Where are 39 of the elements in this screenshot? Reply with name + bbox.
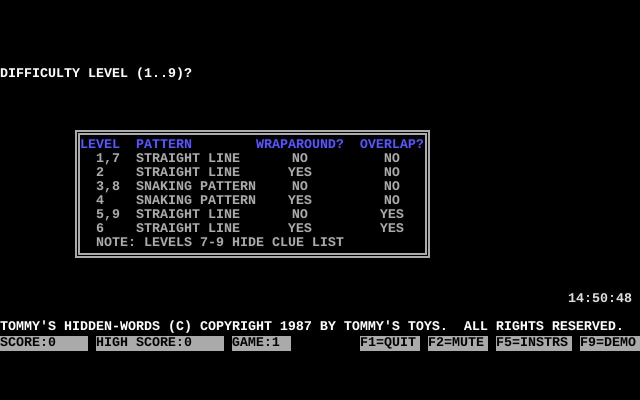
function-key-label[interactable]: F2=MUTE	[428, 336, 488, 351]
status-field: HIGH SCORE:0	[96, 336, 224, 351]
column-header: WRAPAROUND?	[256, 139, 344, 153]
level-cell-text: 1,7	[94, 153, 121, 167]
note-text: NOTE: LEVELS 7-9 HIDE CLUE LIST	[94, 237, 345, 251]
overlap-cell-text: YES	[378, 209, 405, 223]
pattern-cell-text: STRAIGHT LINE	[136, 153, 241, 167]
wraparound-cell-text: NO	[290, 153, 309, 167]
level-cell-text: 3,8	[94, 181, 121, 195]
wraparound-cell-text: YES	[286, 195, 313, 209]
level-cell-text: 6	[94, 223, 105, 237]
wraparound-cell-text: YES	[286, 167, 313, 181]
overlap-cell-text: NO	[382, 153, 401, 167]
status-field: GAME:1	[232, 336, 292, 351]
wraparound-cell-text: NO	[290, 181, 309, 195]
difficulty-prompt: DIFFICULTY LEVEL (1..9)?	[0, 68, 192, 82]
level-cell-text: 4	[94, 195, 105, 209]
level-cell-text: 5,9	[94, 209, 121, 223]
status-field: SCORE:0	[0, 336, 88, 351]
overlap-cell-text: NO	[382, 167, 401, 181]
pattern-cell: SNAKING PATTERN	[136, 181, 256, 195]
column-header: LEVEL	[80, 139, 121, 153]
pattern-cell-text: STRAIGHT LINE	[136, 223, 241, 237]
wraparound-cell-text: NO	[290, 209, 309, 223]
overlap-cell-text: NO	[382, 195, 401, 209]
wraparound-cell-text: YES	[286, 223, 313, 237]
level-cell-text: 2	[94, 167, 105, 181]
function-key-label[interactable]: F1=QUIT	[360, 336, 420, 351]
column-header: PATTERN	[136, 139, 193, 153]
clock: 14:50:48	[567, 293, 633, 307]
column-header: OVERLAP?	[360, 139, 424, 153]
pattern-cell-text: STRAIGHT LINE	[136, 209, 241, 223]
copyright-text: TOMMY'S HIDDEN-WORDS (C) COPYRIGHT 1987 BY TOMMY'S TOYS. ALL RIGHTS RESERVED.	[0, 321, 624, 336]
overlap-cell-text: NO	[382, 181, 401, 195]
function-key-label[interactable]: F5=INSTRS	[496, 336, 572, 351]
overlap-cell-text: YES	[378, 223, 405, 237]
pattern-cell: SNAKING PATTERN	[136, 195, 256, 209]
function-key-label[interactable]: F9=DEMO	[580, 336, 640, 351]
pattern-cell-text: STRAIGHT LINE	[136, 167, 241, 181]
